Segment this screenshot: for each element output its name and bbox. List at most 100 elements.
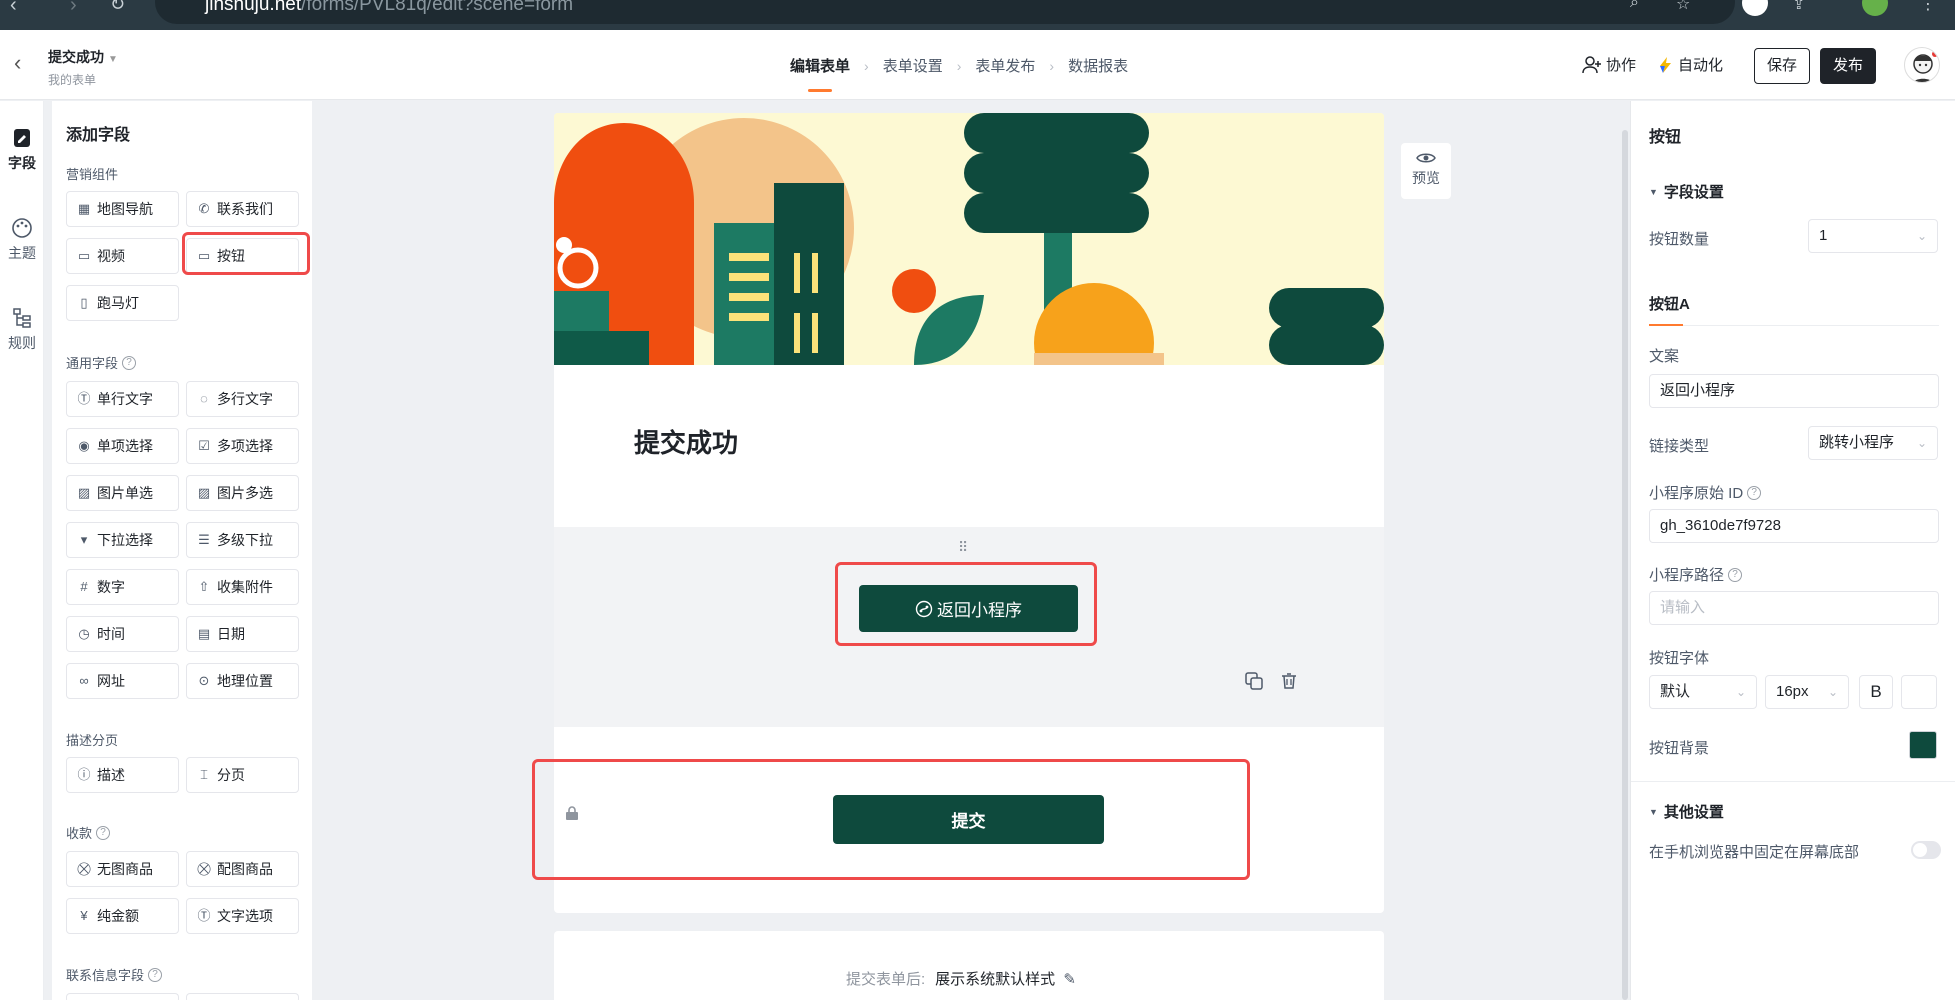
- form-breadcrumb[interactable]: 我的表单: [48, 71, 96, 88]
- map-icon: ▦: [77, 201, 91, 216]
- field-time[interactable]: ◷ 时间: [66, 616, 179, 652]
- bookmark-star-icon[interactable]: ☆: [1676, 0, 1690, 14]
- field-multi-choice[interactable]: ☑ 多项选择: [186, 428, 299, 464]
- chevron-down-icon: ⌄: [1735, 685, 1746, 699]
- publish-button[interactable]: 发布: [1820, 48, 1876, 84]
- field-single-line[interactable]: Ⓣ 单行文字: [66, 381, 179, 417]
- after-submit-label: 提交表单后:: [846, 971, 926, 988]
- canvas-scrollbar[interactable]: [1622, 130, 1628, 1000]
- automation-button[interactable]: 自动化: [1658, 54, 1723, 75]
- bg-color-swatch[interactable]: [1909, 731, 1937, 759]
- address-bar-url[interactable]: jinshuju.net/forms/PVL81q/edit?scene=for…: [205, 0, 573, 16]
- field-video[interactable]: ▭ 视频: [66, 238, 179, 274]
- city-illustration: [554, 113, 1384, 365]
- field-label: 联系我们: [217, 201, 273, 217]
- field-contact-2[interactable]: [186, 993, 299, 1000]
- preview-button[interactable]: 预览: [1401, 143, 1451, 199]
- help-icon[interactable]: ?: [96, 825, 111, 840]
- bold-toggle-button[interactable]: B: [1859, 675, 1893, 709]
- dropdown-icon: ▾: [80, 532, 88, 547]
- rail-item-fields[interactable]: 字段: [0, 127, 44, 173]
- profile-icon[interactable]: [1862, 0, 1888, 16]
- help-icon[interactable]: ?: [1747, 485, 1762, 500]
- section-other-settings[interactable]: ▼ 其他设置: [1649, 801, 1724, 822]
- help-icon[interactable]: ?: [148, 967, 163, 982]
- mini-path-input[interactable]: 请输入: [1649, 591, 1939, 625]
- field-contact-1[interactable]: [66, 993, 179, 1000]
- save-button[interactable]: 保存: [1754, 48, 1810, 84]
- avatar[interactable]: [1904, 47, 1940, 83]
- form-title-text: 提交成功: [48, 49, 104, 65]
- tab-data-report[interactable]: 数据报表: [1068, 55, 1128, 76]
- browser-reload-icon[interactable]: ↻: [110, 0, 125, 15]
- tab-form-publish[interactable]: 表单发布: [975, 55, 1035, 76]
- copy-icon[interactable]: [1244, 671, 1264, 691]
- help-icon[interactable]: ?: [1728, 567, 1743, 582]
- button-count-select[interactable]: 1 ⌄: [1808, 219, 1938, 253]
- drag-handle-icon[interactable]: ⠿: [958, 539, 969, 556]
- font-family-select[interactable]: 默认 ⌄: [1649, 675, 1757, 709]
- field-label: 纯金额: [97, 908, 139, 924]
- collab-button[interactable]: 协作: [1582, 54, 1636, 75]
- tab-edit-form[interactable]: 编辑表单: [790, 55, 850, 92]
- browser-forward-icon[interactable]: ›: [70, 0, 77, 17]
- delete-icon[interactable]: [1279, 671, 1299, 691]
- back-icon[interactable]: ‹: [14, 50, 21, 76]
- help-icon[interactable]: ?: [122, 355, 137, 370]
- rail-item-theme[interactable]: 主题: [0, 217, 44, 263]
- field-product-noimage[interactable]: ⛒ 无图商品: [66, 851, 179, 887]
- field-label: 地理位置: [217, 673, 273, 689]
- rail-item-rules[interactable]: 规则: [0, 307, 44, 353]
- field-pagination[interactable]: ⌶ 分页: [186, 757, 299, 793]
- section-field-settings[interactable]: ▼ 字段设置: [1649, 181, 1724, 202]
- url-host: jinshuju.net: [205, 0, 302, 15]
- submit-button[interactable]: 提交: [833, 795, 1104, 844]
- field-map-nav[interactable]: ▦ 地图导航: [66, 191, 179, 227]
- add-field-panel: 添加字段 营销组件 ▦ 地图导航 ✆ 联系我们 ▭ 视频 ▭ 按钮 ▯ 跑马灯 通用字段?…: [52, 101, 312, 1000]
- field-product-image[interactable]: ⛒ 配图商品: [186, 851, 299, 887]
- chevron-down-icon: ⌄: [1916, 229, 1927, 243]
- search-icon[interactable]: ⌕: [1630, 0, 1639, 12]
- extension-icon[interactable]: [1742, 0, 1768, 16]
- field-description[interactable]: ⓘ 描述: [66, 757, 179, 793]
- field-contact-us[interactable]: ✆ 联系我们: [186, 191, 299, 227]
- rail-label-rules: 规则: [8, 335, 36, 351]
- success-title[interactable]: 提交成功: [634, 423, 738, 460]
- mini-id-input[interactable]: gh_3610de7f9728: [1649, 509, 1939, 543]
- font-size-select[interactable]: 16px ⌄: [1765, 675, 1849, 709]
- caret-down-icon: ▼: [1649, 186, 1658, 197]
- copy-input[interactable]: 返回小程序: [1649, 374, 1939, 408]
- font-color-button[interactable]: [1901, 675, 1937, 709]
- field-date[interactable]: ▤ 日期: [186, 616, 299, 652]
- field-url[interactable]: ∞ 网址: [66, 663, 179, 699]
- step-tabs: 编辑表单 › 表单设置 › 表单发布 › 数据报表: [790, 55, 1128, 92]
- link-type-select[interactable]: 跳转小程序 ⌄: [1808, 426, 1938, 460]
- field-image-multi[interactable]: ▨ 图片多选: [186, 475, 299, 511]
- button-field-block[interactable]: ⠿ 返回小程序: [554, 527, 1384, 727]
- tab-form-settings[interactable]: 表单设置: [883, 55, 943, 76]
- edit-pencil-icon[interactable]: ✎: [1063, 971, 1076, 988]
- after-submit-row[interactable]: 提交表单后: 展示系统默认样式 ✎: [846, 968, 1076, 989]
- field-cascade[interactable]: ☰ 多级下拉: [186, 522, 299, 558]
- field-amount[interactable]: ¥ 纯金额: [66, 898, 179, 934]
- field-number[interactable]: # 数字: [66, 569, 179, 605]
- browser-back-icon[interactable]: ‹: [10, 0, 17, 17]
- field-location[interactable]: ⊙ 地理位置: [186, 663, 299, 699]
- fixed-bottom-toggle[interactable]: [1911, 841, 1941, 859]
- field-attachment[interactable]: ⇧ 收集附件: [186, 569, 299, 605]
- field-button[interactable]: ▭ 按钮: [186, 238, 299, 274]
- field-text-option[interactable]: Ⓣ 文字选项: [186, 898, 299, 934]
- field-marquee[interactable]: ▯ 跑马灯: [66, 285, 179, 321]
- field-multi-line[interactable]: ◌ 多行文字: [186, 381, 299, 417]
- return-miniprogram-button[interactable]: 返回小程序: [859, 585, 1078, 632]
- form-title[interactable]: 提交成功 ▼: [48, 47, 118, 67]
- field-image-single[interactable]: ▨ 图片单选: [66, 475, 179, 511]
- group-contact: 联系信息字段?: [66, 965, 163, 984]
- browser-toolbar: ‹ › ↻ jinshuju.net/forms/PVL81q/edit?sce…: [0, 0, 1955, 30]
- browser-menu-icon[interactable]: ⋮: [1920, 0, 1936, 14]
- field-single-choice[interactable]: ◉ 单项选择: [66, 428, 179, 464]
- text-icon: Ⓣ: [77, 391, 91, 406]
- tab-button-a[interactable]: 按钮A: [1649, 293, 1690, 314]
- field-dropdown[interactable]: ▾ 下拉选择: [66, 522, 179, 558]
- share-icon[interactable]: ⇪: [1792, 0, 1805, 14]
